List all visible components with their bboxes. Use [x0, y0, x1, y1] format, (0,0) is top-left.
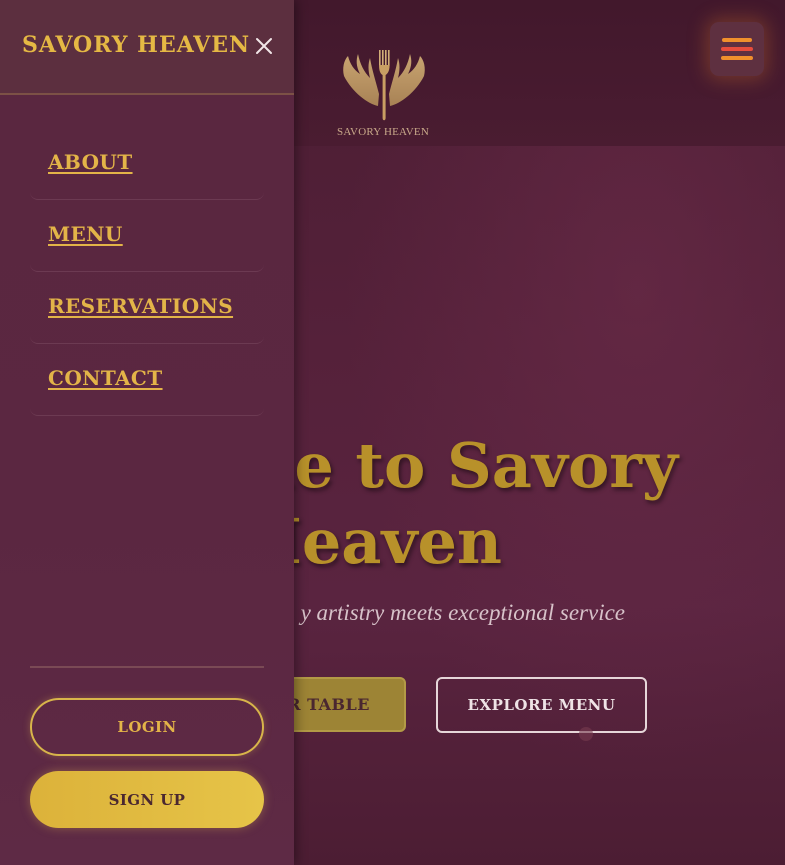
signup-button[interactable]: SIGN UP	[30, 771, 264, 828]
nav-link-menu[interactable]: MENU	[48, 222, 123, 246]
nav-item-about[interactable]: ABOUT	[30, 128, 264, 200]
site-logo[interactable]: SAVORY HEAVEN	[330, 44, 440, 144]
menu-bar-bottom	[721, 56, 753, 60]
drawer-divider	[30, 666, 264, 668]
nav-item-reservations[interactable]: RESERVATIONS	[30, 272, 264, 344]
explore-menu-button[interactable]: EXPLORE MENU	[436, 677, 647, 733]
close-icon[interactable]	[254, 36, 274, 56]
fork-wings-logo-icon	[343, 50, 425, 121]
side-drawer: SAVORY HEAVEN ABOUT MENU RESERVATIONS CO…	[0, 0, 294, 865]
nav-link-contact[interactable]: CONTACT	[48, 366, 163, 390]
hamburger-menu-icon[interactable]	[710, 22, 764, 76]
nav-item-contact[interactable]: CONTACT	[30, 344, 264, 416]
menu-bar-top	[722, 38, 752, 42]
drawer-header: SAVORY HEAVEN	[0, 0, 294, 95]
nav-link-about[interactable]: ABOUT	[48, 150, 133, 174]
drawer-brand: SAVORY HEAVEN	[22, 32, 251, 58]
drawer-nav: ABOUT MENU RESERVATIONS CONTACT	[30, 128, 264, 416]
logo-text: SAVORY HEAVEN	[337, 126, 429, 138]
carousel-dot[interactable]	[579, 727, 593, 741]
nav-item-menu[interactable]: MENU	[30, 200, 264, 272]
menu-bar-middle	[721, 47, 753, 51]
nav-link-reservations[interactable]: RESERVATIONS	[48, 294, 233, 318]
login-button[interactable]: LOGIN	[30, 698, 264, 756]
